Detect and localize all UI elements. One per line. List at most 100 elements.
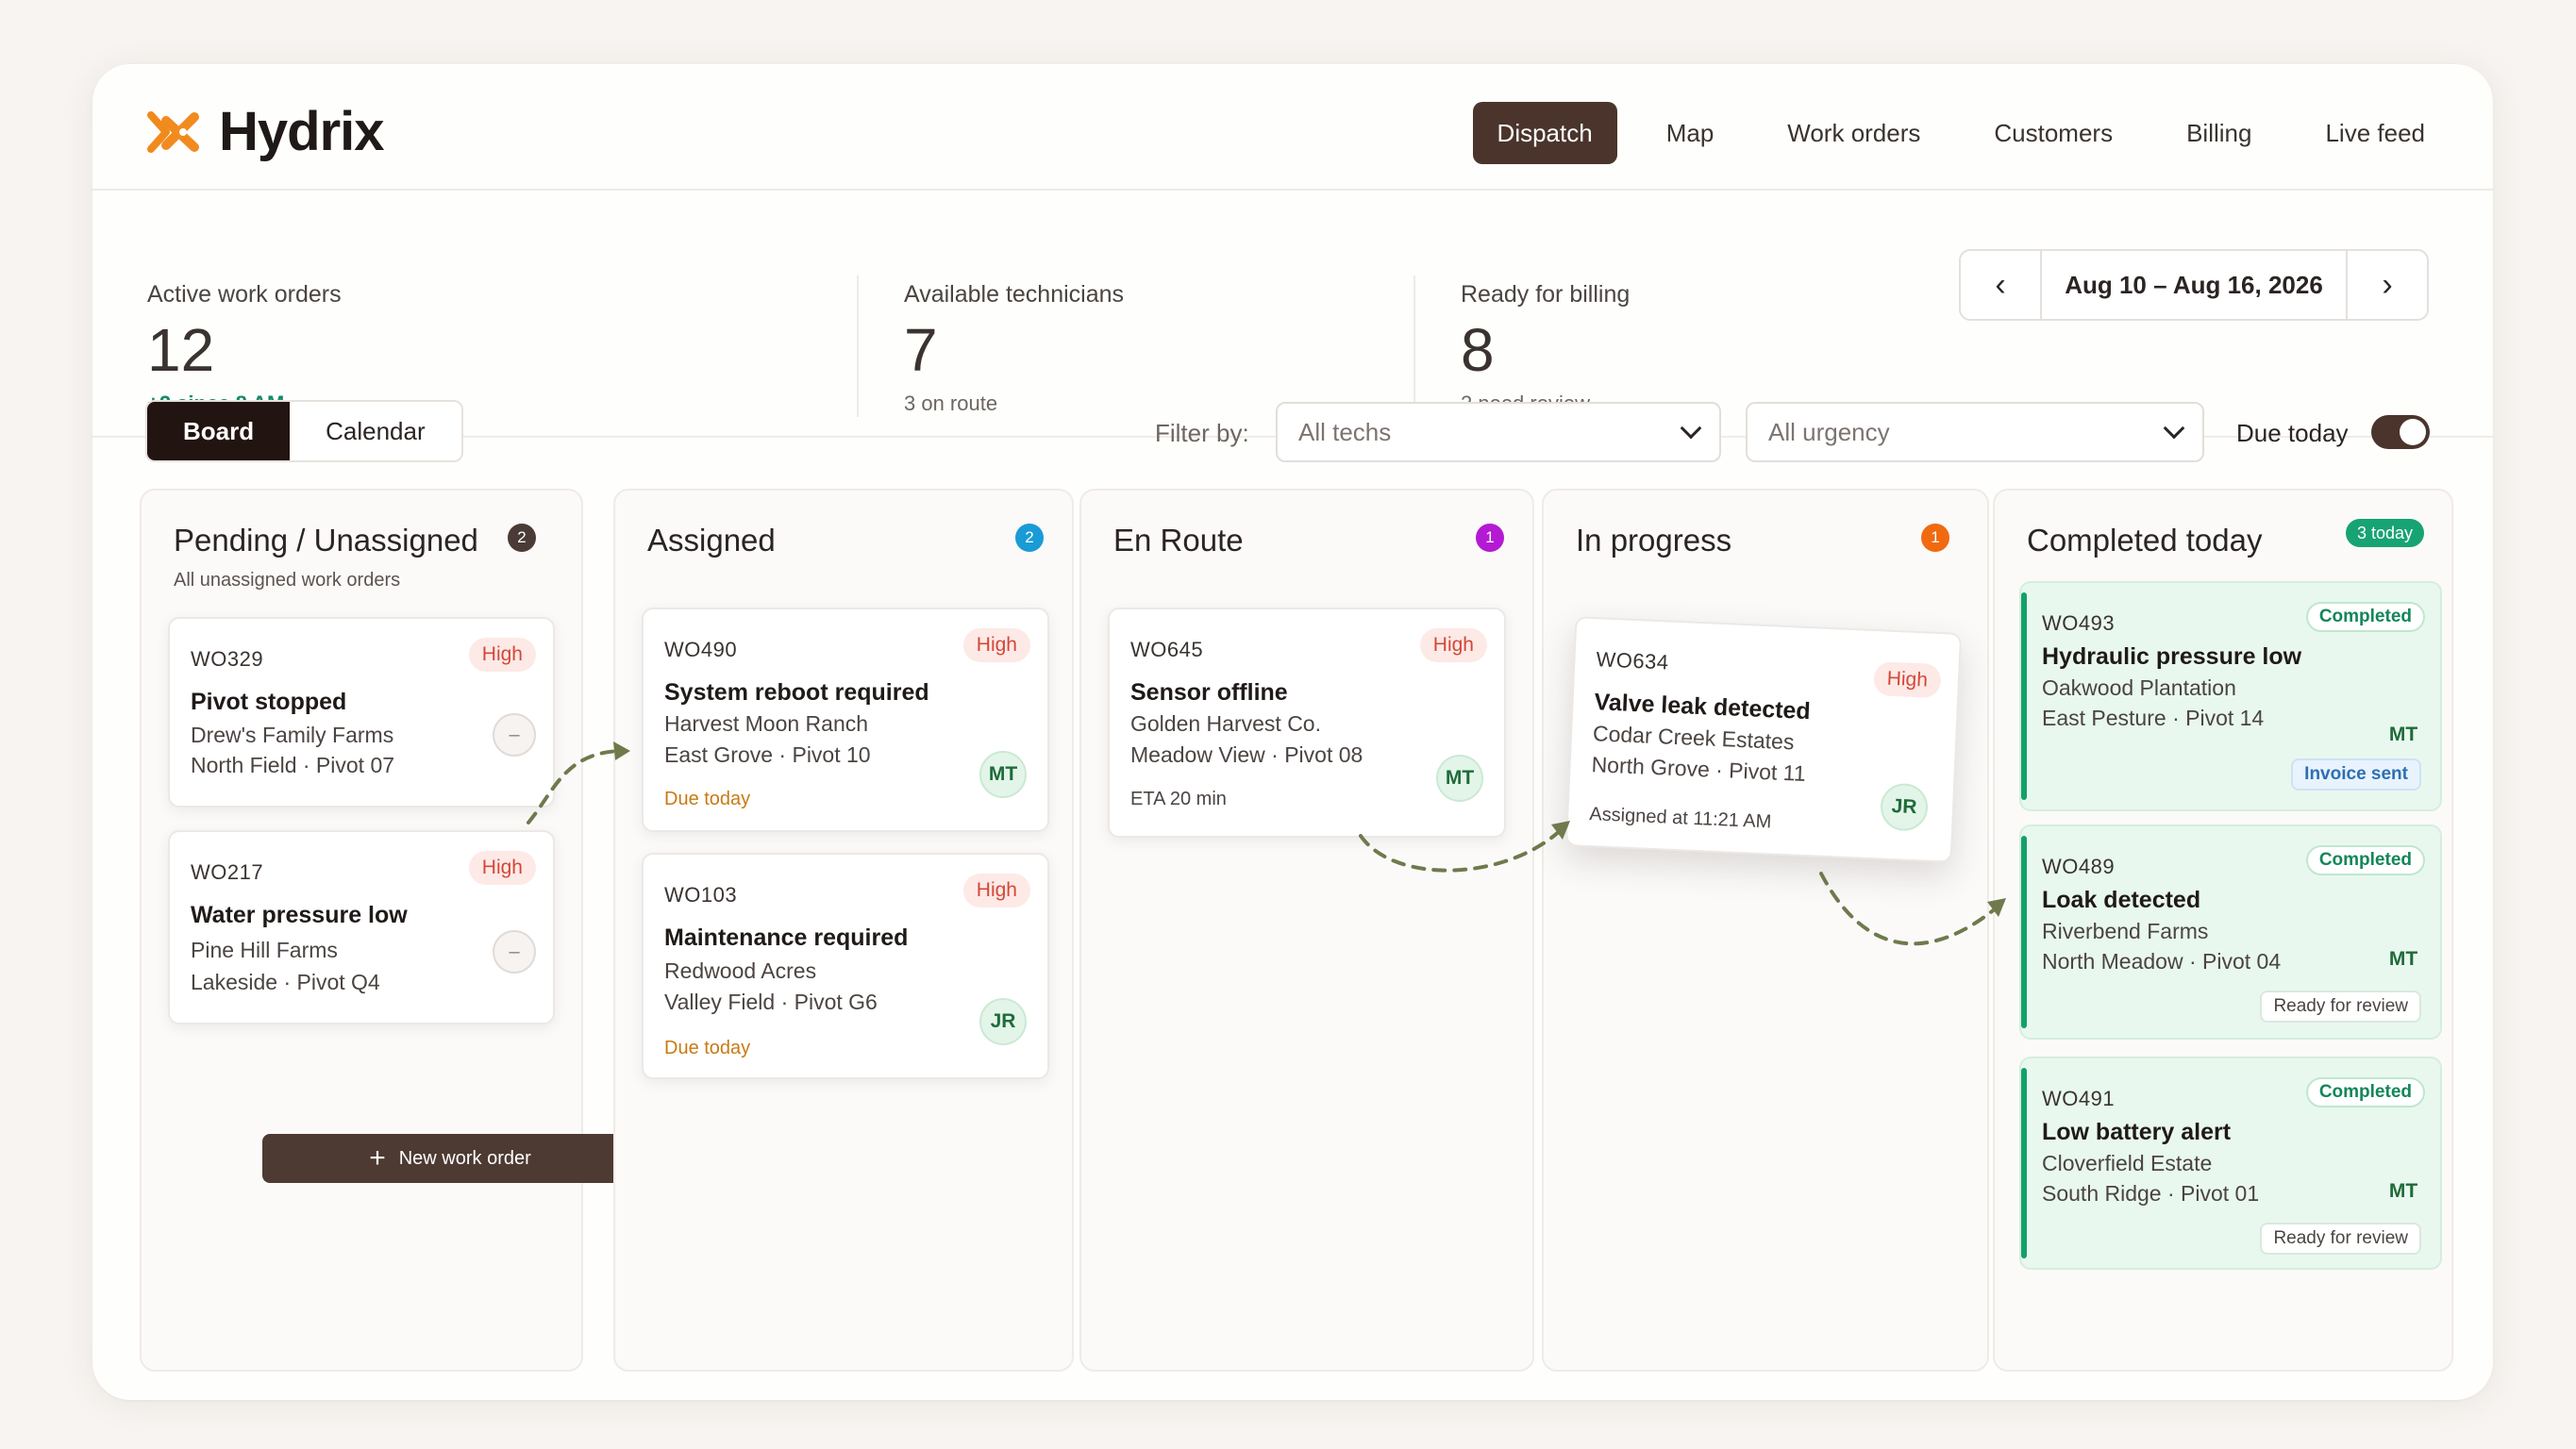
pivot-location: Valley Field · Pivot G6 — [664, 990, 878, 1014]
review-status-chip: Ready for review — [2260, 1223, 2421, 1255]
column-count: 3 today — [2346, 519, 2425, 547]
eta-text: ETA 20 min — [1130, 789, 1227, 809]
column-in-progress: In progress 1 WO634 High Valve leak dete… — [1542, 489, 1989, 1372]
column-subtitle: All unassigned work orders — [174, 570, 401, 591]
view-toggle: Board Calendar — [145, 400, 463, 462]
work-order-card[interactable]: WO217 High Water pressure low Pine Hill … — [168, 830, 555, 1024]
column-count: 1 — [1476, 524, 1504, 552]
nav-map[interactable]: Map — [1642, 102, 1739, 164]
work-order-title: System reboot required — [664, 679, 929, 706]
view-calendar-button[interactable]: Calendar — [290, 402, 461, 460]
technician-avatar[interactable]: JR — [979, 998, 1027, 1045]
stat-ready-for-billing: Ready for billing 8 2 need review — [1461, 281, 1630, 416]
assigned-time: Assigned at 11:21 AM — [1588, 804, 1772, 833]
column-title: En Route — [1113, 523, 1244, 558]
work-order-title: Maintenance required — [664, 924, 909, 951]
work-order-card[interactable]: WO329 High Pivot stopped Drew's Family F… — [168, 617, 555, 808]
priority-badge: High — [1872, 661, 1942, 699]
stat-value: 8 — [1461, 316, 1495, 384]
new-work-order-label: New work order — [398, 1147, 531, 1169]
nav-customers[interactable]: Customers — [1969, 102, 2137, 164]
column-en-route: En Route 1 WO645 High Sensor offline Gol… — [1079, 489, 1534, 1372]
column-pending: Pending / Unassigned 2 All unassigned wo… — [140, 489, 583, 1372]
nav-work-orders[interactable]: Work orders — [1763, 102, 1945, 164]
pivot-location: North Grove · Pivot 11 — [1591, 752, 1807, 786]
completed-card[interactable]: WO493 Completed Hydraulic pressure low O… — [2019, 581, 2442, 811]
work-order-id: WO491 — [2042, 1087, 2116, 1110]
column-count: 2 — [1015, 524, 1044, 552]
stat-value: 12 — [147, 316, 215, 384]
brand[interactable]: Hydrix — [145, 100, 385, 163]
chevron-right-icon[interactable]: › — [2346, 251, 2427, 319]
due-today-toggle[interactable] — [2371, 415, 2430, 449]
review-status-chip: Ready for review — [2260, 991, 2421, 1023]
due-date: Due today — [664, 1038, 751, 1058]
stat-value: 7 — [904, 316, 938, 384]
status-accent — [2021, 1068, 2027, 1258]
work-order-card[interactable]: WO490 High System reboot required Harves… — [642, 608, 1049, 832]
filter-label: Filter by: — [1155, 419, 1249, 447]
minus-icon[interactable]: – — [493, 713, 536, 757]
column-title: In progress — [1576, 523, 1732, 558]
tech-filter-value: All techs — [1298, 417, 1392, 446]
chevron-left-icon[interactable]: ‹ — [1961, 251, 2042, 319]
work-order-card-dragging[interactable]: WO634 High Valve leak detected Codar Cre… — [1564, 616, 1963, 863]
pivot-location: East Pesture · Pivot 14 — [2042, 706, 2265, 730]
stat-sub: 3 on route — [904, 391, 998, 415]
status-badge: Completed — [2305, 1077, 2425, 1108]
technician-avatar[interactable]: MT — [1436, 755, 1483, 802]
due-date: Due today — [664, 789, 751, 809]
work-order-title: Sensor offline — [1130, 679, 1288, 706]
customer-name: Pine Hill Farms — [191, 938, 338, 962]
customer-name: Riverbend Farms — [2042, 919, 2209, 943]
column-count: 2 — [508, 524, 536, 552]
technician-avatar[interactable]: MT — [2380, 1168, 2427, 1215]
chevron-down-icon — [2163, 417, 2185, 440]
hydrix-logo-icon — [147, 110, 199, 153]
priority-badge: High — [468, 638, 536, 672]
stat-divider — [1413, 275, 1415, 417]
customer-name: Oakwood Plantation — [2042, 675, 2236, 700]
work-order-card[interactable]: WO103 High Maintenance required Redwood … — [642, 853, 1049, 1079]
work-order-title: Loak detected — [2042, 887, 2201, 913]
main-nav: Dispatch Map Work orders Customers Billi… — [1448, 102, 2450, 164]
work-order-title: Valve leak detected — [1593, 689, 1812, 725]
priority-badge: High — [1419, 628, 1487, 662]
urgency-filter-value: All urgency — [1768, 417, 1890, 446]
date-range-label[interactable]: Aug 10 – Aug 16, 2026 — [2042, 251, 2346, 319]
new-work-order-button[interactable]: + New work order — [262, 1134, 638, 1183]
technician-avatar[interactable]: MT — [979, 751, 1027, 798]
nav-live-feed[interactable]: Live feed — [2300, 102, 2450, 164]
work-order-title: Pivot stopped — [191, 689, 347, 715]
minus-icon[interactable]: – — [493, 930, 536, 974]
view-board-button[interactable]: Board — [147, 402, 291, 460]
chevron-down-icon — [1680, 417, 1702, 440]
technician-avatar[interactable]: MT — [2380, 711, 2427, 758]
completed-card[interactable]: WO491 Completed Low battery alert Clover… — [2019, 1057, 2442, 1270]
pivot-location: East Grove · Pivot 10 — [664, 742, 871, 767]
customer-name: Drew's Family Farms — [191, 723, 394, 747]
urgency-filter-select[interactable]: All urgency — [1746, 402, 2204, 462]
tech-filter-select[interactable]: All techs — [1276, 402, 1721, 462]
stat-available-technicians: Available technicians 7 3 on route — [904, 281, 1124, 416]
status-badge: Completed — [2305, 602, 2425, 632]
customer-name: Redwood Acres — [664, 958, 817, 983]
nav-billing[interactable]: Billing — [2162, 102, 2276, 164]
completed-card[interactable]: WO489 Completed Loak detected Riverbend … — [2019, 824, 2442, 1040]
pivot-location: Lakeside · Pivot Q4 — [191, 970, 380, 994]
customer-name: Golden Harvest Co. — [1130, 711, 1321, 736]
stat-label: Available technicians — [904, 281, 1125, 308]
technician-avatar[interactable]: MT — [2380, 936, 2427, 983]
stat-label: Active work orders — [147, 281, 342, 308]
work-order-id: WO490 — [664, 638, 738, 661]
priority-badge: High — [962, 628, 1030, 662]
column-assigned: Assigned 2 WO490 High System reboot requ… — [613, 489, 1074, 1372]
nav-dispatch[interactable]: Dispatch — [1472, 102, 1617, 164]
top-header: Hydrix Dispatch Map Work orders Customer… — [92, 64, 2493, 191]
work-order-card[interactable]: WO645 High Sensor offline Golden Harvest… — [1108, 608, 1506, 838]
technician-avatar[interactable]: JR — [1879, 782, 1930, 832]
column-count: 1 — [1921, 524, 1949, 552]
work-order-title: Water pressure low — [191, 902, 408, 928]
status-accent — [2021, 592, 2027, 800]
customer-name: Cloverfield Estate — [2042, 1151, 2213, 1175]
